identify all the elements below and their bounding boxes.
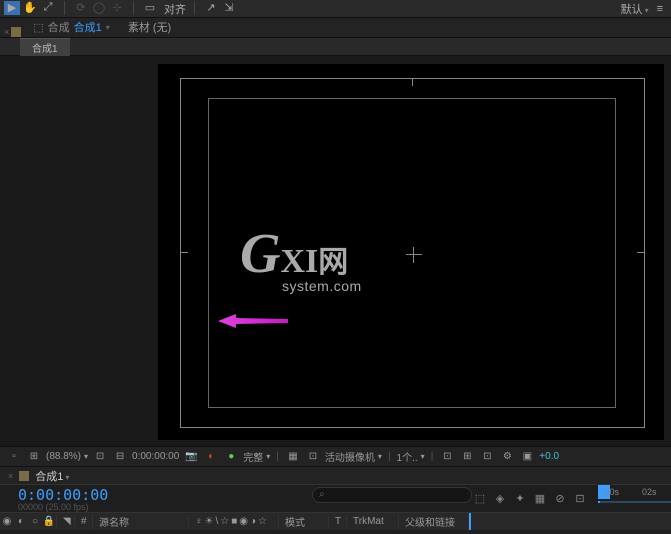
solo-column-icon[interactable]: ○ (28, 516, 42, 527)
close-tab-icon[interactable]: × (4, 27, 9, 37)
rotate-tool-icon[interactable]: ⟳ (73, 1, 89, 15)
frame-rate-display: 00000 (25.00 fps) (18, 502, 300, 512)
flowchart-icon[interactable]: ⚙ (499, 449, 515, 465)
zoom-dropdown[interactable]: (88.8%) (46, 451, 88, 462)
shy-toggle-icon[interactable]: ⬚ (472, 491, 488, 507)
transparency-grid-icon[interactable]: ▦ (285, 449, 301, 465)
action-safe-frame (208, 98, 616, 408)
hand-tool-icon[interactable]: ✋ (22, 1, 38, 15)
close-timeline-tab-icon[interactable]: × (8, 471, 13, 481)
snapshot-icon[interactable]: 📷 (183, 449, 199, 465)
main-toolbar: ▶ ✋ ⤢ ⟳ ◯ ⊹ ▭ 对齐 ↗ ⇲ 默认 ≡ (0, 0, 671, 18)
panel-tabs: × ⬚ 合成 合成1 ▾ 素材 (无) (0, 18, 671, 38)
switches-column: ♀☀\☆■◉◑☆ (188, 516, 278, 527)
number-column: # (74, 516, 92, 527)
camera-dropdown[interactable]: 活动摄像机 (325, 449, 382, 464)
timeline-color-marker (19, 471, 29, 481)
magnify-icon[interactable]: ▫ (6, 449, 22, 465)
layer-search-input[interactable]: ⌕ (312, 487, 472, 503)
fast-preview-icon[interactable]: ⊞ (459, 449, 475, 465)
trkmat-column[interactable]: TrkMat (346, 516, 398, 527)
search-icon: ⌕ (319, 489, 325, 500)
panel-menu-icon[interactable]: ≡ (657, 3, 663, 15)
guide-tick-right (637, 252, 645, 253)
parent-column[interactable]: 父级和链接 (398, 514, 468, 529)
lock-column-icon[interactable]: 🔒 (42, 516, 56, 527)
pixel-aspect-icon[interactable]: ⊡ (439, 449, 455, 465)
resolution-icon[interactable]: ⊡ (92, 449, 108, 465)
color-mgmt-icon[interactable]: ● (223, 449, 239, 465)
grid-icon[interactable]: ⊞ (26, 449, 42, 465)
tab-material[interactable]: 素材 (无) (122, 17, 177, 37)
draft-3d-icon[interactable]: ⊘ (552, 491, 568, 507)
render-time-icon[interactable]: ⊡ (572, 491, 588, 507)
quality-dropdown[interactable]: 完整 (243, 449, 270, 464)
channel-icon[interactable]: ◐ (203, 449, 219, 465)
guide-tick-top (412, 78, 413, 86)
safe-zones-icon[interactable]: ⊟ (112, 449, 128, 465)
subtab-comp[interactable]: 合成1 (20, 38, 70, 56)
viewer-timecode[interactable]: 0:00:00:00 (132, 451, 179, 462)
frame-blend-icon[interactable]: ◈ (492, 491, 508, 507)
center-cross-h (406, 254, 422, 255)
text-tool-icon[interactable]: ⇲ (221, 1, 237, 15)
mode-column[interactable]: 模式 (278, 514, 328, 529)
timecode-row: 0:00:00:00 00000 (25.00 fps) ⌕ ⬚ ◈ ✦ ▦ ⊘… (0, 484, 671, 512)
layer-columns-header: ◉ ◐ ○ 🔒 ◥ # 源名称 ♀☀\☆■◉◑☆ 模式 T TrkMat 父级和… (0, 512, 671, 530)
selection-tool-icon[interactable]: ▶ (4, 1, 20, 15)
viewer-controls: ▫ ⊞ (88.8%) ⊡ ⊟ 0:00:00:00 📷 ◐ ● 完整 | ▦ … (0, 446, 671, 466)
label-column-icon[interactable]: ◥ (56, 516, 74, 527)
render-icon[interactable]: ▣ (519, 449, 535, 465)
shape-tool-icon[interactable]: ▭ (142, 1, 158, 15)
workspace-dropdown[interactable]: 默认 (621, 1, 649, 17)
3d-view-icon[interactable]: ⊡ (305, 449, 321, 465)
audio-column-icon[interactable]: ◐ (14, 516, 28, 527)
camera-tool-icon[interactable]: ◯ (91, 1, 107, 15)
timeline-track-area[interactable] (468, 513, 671, 530)
time-ruler[interactable]: :00s 02s (598, 485, 671, 513)
timeline-icon[interactable]: ⊡ (479, 449, 495, 465)
composition-viewer[interactable]: G XI 网 system.com (0, 56, 671, 446)
exposure-value[interactable]: +0.0 (539, 451, 559, 462)
motion-blur-icon[interactable]: ✦ (512, 491, 528, 507)
comp-color-marker (11, 27, 21, 37)
views-dropdown[interactable]: 1个.. (397, 449, 425, 464)
timeline-comp-name[interactable]: 合成1 (35, 468, 69, 484)
align-label: 对齐 (164, 1, 186, 17)
t-column: T (328, 516, 346, 527)
visibility-column-icon[interactable]: ◉ (0, 516, 14, 527)
zoom-tool-icon[interactable]: ⤢ (40, 1, 56, 15)
center-cross-v (413, 247, 414, 263)
annotation-arrow-icon (218, 314, 288, 328)
tab-composition[interactable]: ⬚ 合成 合成1 ▾ (23, 17, 120, 37)
pan-behind-tool-icon[interactable]: ⊹ (109, 1, 125, 15)
guide-tick-left (180, 252, 188, 253)
playhead-line (469, 513, 471, 530)
pen-tool-icon[interactable]: ↗ (203, 1, 219, 15)
graph-editor-icon[interactable]: ▦ (532, 491, 548, 507)
subtab-row: 合成1 (0, 38, 671, 56)
timeline-tab-row: × 合成1 (0, 466, 671, 484)
source-name-column[interactable]: 源名称 (92, 514, 188, 529)
